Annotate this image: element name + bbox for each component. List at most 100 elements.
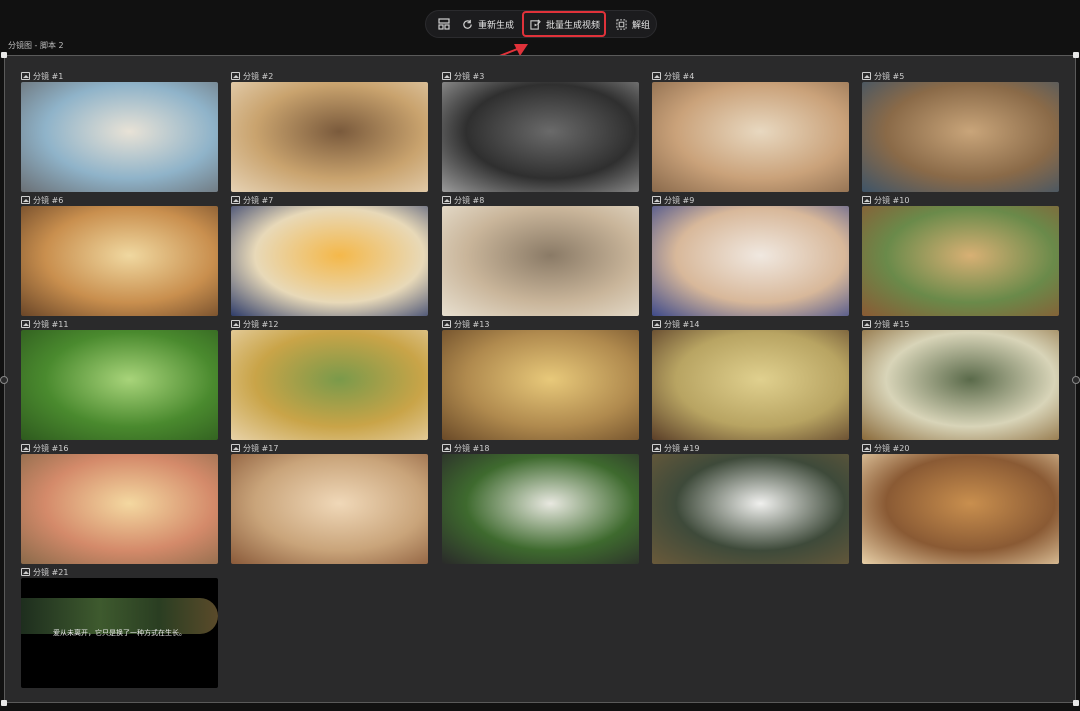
image-icon xyxy=(21,72,30,80)
shot-label: 分镜 #18 xyxy=(442,442,639,454)
shot-label: 分镜 #20 xyxy=(862,442,1059,454)
image-icon xyxy=(231,320,240,328)
storyboard-shot[interactable]: 分镜 #2 xyxy=(231,70,428,192)
resize-handle-top-left[interactable] xyxy=(1,52,7,58)
shot-label: 分镜 #9 xyxy=(652,194,849,206)
regenerate-button[interactable]: 重新生成 xyxy=(456,13,518,35)
shot-label-text: 分镜 #10 xyxy=(874,195,910,205)
shot-label-text: 分镜 #7 xyxy=(243,195,274,205)
storyboard-shot[interactable]: 分镜 #5 xyxy=(862,70,1059,192)
resize-handle-bottom-left[interactable] xyxy=(1,700,7,706)
shot-thumbnail[interactable] xyxy=(21,330,218,440)
refresh-icon xyxy=(460,17,474,31)
shot-thumbnail[interactable] xyxy=(652,454,849,564)
image-icon xyxy=(21,568,30,576)
storyboard-shot[interactable]: 分镜 #13 xyxy=(442,318,639,440)
resize-handle-bottom-right[interactable] xyxy=(1073,700,1079,706)
shot-thumbnail[interactable] xyxy=(231,330,428,440)
shot-thumbnail[interactable] xyxy=(231,82,428,192)
video-edit-icon xyxy=(528,17,542,31)
image-icon xyxy=(652,444,661,452)
shot-thumbnail[interactable] xyxy=(21,82,218,192)
shot-label-text: 分镜 #18 xyxy=(454,443,490,453)
image-icon xyxy=(862,196,871,204)
shot-thumbnail[interactable] xyxy=(862,206,1059,316)
storyboard-shot[interactable]: 分镜 #20 xyxy=(862,442,1059,564)
image-icon xyxy=(231,444,240,452)
shot-label-text: 分镜 #15 xyxy=(874,319,910,329)
storyboard-shot[interactable]: 分镜 #21 爱从未离开，它只是换了一种方式在生长。 xyxy=(21,566,218,688)
connector-handle-right[interactable] xyxy=(1072,376,1080,384)
ungroup-icon xyxy=(614,17,628,31)
shot-label-text: 分镜 #19 xyxy=(664,443,700,453)
shot-thumbnail[interactable] xyxy=(862,82,1059,192)
shot-label-text: 分镜 #6 xyxy=(33,195,64,205)
shot-thumbnail[interactable] xyxy=(862,454,1059,564)
storyboard-shot[interactable]: 分镜 #12 xyxy=(231,318,428,440)
shot-label: 分镜 #21 xyxy=(21,566,218,578)
shot-thumbnail[interactable] xyxy=(442,206,639,316)
image-icon xyxy=(231,72,240,80)
storyboard-shot[interactable]: 分镜 #18 xyxy=(442,442,639,564)
shot-thumbnail[interactable] xyxy=(442,330,639,440)
connector-handle-left[interactable] xyxy=(0,376,8,384)
storyboard-shot[interactable]: 分镜 #3 xyxy=(442,70,639,192)
storyboard-shot[interactable]: 分镜 #8 xyxy=(442,194,639,316)
shot-thumbnail[interactable] xyxy=(652,330,849,440)
toolbar: 重新生成 批量生成视频 解组 xyxy=(425,10,657,38)
image-icon xyxy=(442,72,451,80)
shot-thumbnail[interactable]: 爱从未离开，它只是换了一种方式在生长。 xyxy=(21,578,218,688)
resize-handle-top-right[interactable] xyxy=(1073,52,1079,58)
shot-label-text: 分镜 #13 xyxy=(454,319,490,329)
shot-thumbnail[interactable] xyxy=(652,82,849,192)
shot-label: 分镜 #5 xyxy=(862,70,1059,82)
image-icon xyxy=(652,320,661,328)
shot-thumbnail[interactable] xyxy=(652,206,849,316)
shot-thumbnail[interactable] xyxy=(442,454,639,564)
shot-label-text: 分镜 #11 xyxy=(33,319,69,329)
shot-label-text: 分镜 #17 xyxy=(243,443,279,453)
shot-label-text: 分镜 #21 xyxy=(33,567,69,577)
storyboard-canvas[interactable]: 分镜 #1 分镜 #2 分镜 #3 分镜 #4 分镜 #5 分镜 #6 分镜 #7 分镜 #8… xyxy=(0,52,1080,706)
image-icon xyxy=(862,320,871,328)
shot-label-text: 分镜 #12 xyxy=(243,319,279,329)
shot-label: 分镜 #10 xyxy=(862,194,1059,206)
storyboard-shot[interactable]: 分镜 #1 xyxy=(21,70,218,192)
shot-label: 分镜 #11 xyxy=(21,318,218,330)
storyboard-shot[interactable]: 分镜 #19 xyxy=(652,442,849,564)
shot-label: 分镜 #14 xyxy=(652,318,849,330)
shot-thumbnail[interactable] xyxy=(21,206,218,316)
shot-thumbnail[interactable] xyxy=(21,454,218,564)
regenerate-label: 重新生成 xyxy=(478,20,515,31)
storyboard-shot[interactable]: 分镜 #14 xyxy=(652,318,849,440)
shot-subtitle: 爱从未离开，它只是换了一种方式在生长。 xyxy=(53,629,186,637)
batch-generate-video-button[interactable]: 批量生成视频 xyxy=(522,11,607,37)
shot-label-text: 分镜 #16 xyxy=(33,443,69,453)
image-icon xyxy=(862,72,871,80)
shot-label-text: 分镜 #2 xyxy=(243,71,274,81)
shot-thumbnail[interactable] xyxy=(231,454,428,564)
storyboard-shot[interactable]: 分镜 #15 xyxy=(862,318,1059,440)
storyboard-shot[interactable]: 分镜 #4 xyxy=(652,70,849,192)
shot-label-text: 分镜 #5 xyxy=(874,71,905,81)
image-icon xyxy=(652,196,661,204)
storyboard-shot[interactable]: 分镜 #7 xyxy=(231,194,428,316)
layout-icon[interactable] xyxy=(438,17,450,31)
shot-thumbnail[interactable] xyxy=(442,82,639,192)
storyboard-shot[interactable]: 分镜 #16 xyxy=(21,442,218,564)
shot-label: 分镜 #13 xyxy=(442,318,639,330)
shot-label-text: 分镜 #8 xyxy=(454,195,485,205)
storyboard-shot[interactable]: 分镜 #11 xyxy=(21,318,218,440)
storyboard-shot[interactable]: 分镜 #17 xyxy=(231,442,428,564)
shot-label: 分镜 #8 xyxy=(442,194,639,206)
shot-label: 分镜 #15 xyxy=(862,318,1059,330)
image-icon xyxy=(652,72,661,80)
shot-label: 分镜 #3 xyxy=(442,70,639,82)
shot-thumbnail[interactable] xyxy=(862,330,1059,440)
shot-label: 分镜 #17 xyxy=(231,442,428,454)
storyboard-shot[interactable]: 分镜 #6 xyxy=(21,194,218,316)
storyboard-shot[interactable]: 分镜 #9 xyxy=(652,194,849,316)
shot-thumbnail[interactable] xyxy=(231,206,428,316)
ungroup-button[interactable]: 解组 xyxy=(610,13,654,35)
storyboard-shot[interactable]: 分镜 #10 xyxy=(862,194,1059,316)
